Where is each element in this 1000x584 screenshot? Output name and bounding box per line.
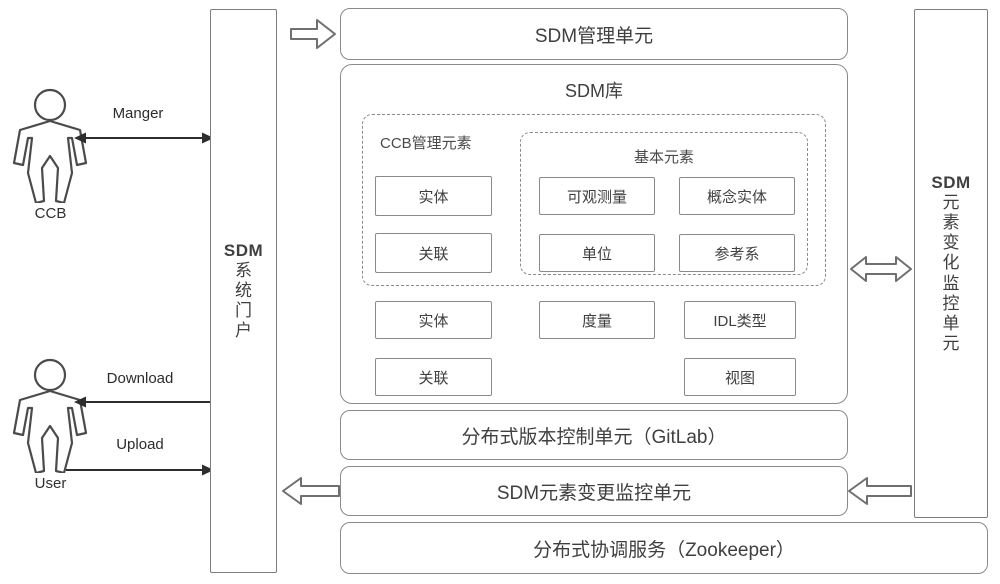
sdm-management-unit[interactable]: SDM管理单元 xyxy=(340,8,848,60)
monitor-line-2: 素 xyxy=(942,213,960,233)
monitor-line-8: 元 xyxy=(942,333,960,353)
monitor-line-6: 控 xyxy=(942,293,960,313)
monitor-line-0: SDM xyxy=(931,173,971,193)
sdm-element-change-monitor-bar[interactable]: SDM元素变更监控单元 xyxy=(340,466,848,516)
basic-item-observable[interactable]: 可观测量 xyxy=(539,177,655,215)
portal-line-1: 系 xyxy=(235,260,252,280)
ccb-management-elements-label: CCB管理元素 xyxy=(380,135,472,152)
ccb-item-association[interactable]: 关联 xyxy=(375,233,492,273)
portal-line-4: 户 xyxy=(235,321,252,341)
monitor-line-1: 元 xyxy=(942,193,960,213)
library-item-entity-label: 实体 xyxy=(418,312,449,330)
basic-item-unit[interactable]: 单位 xyxy=(539,234,655,272)
sdm-system-portal-label: SDM 系 统 门 户 xyxy=(224,241,263,341)
library-item-view[interactable]: 视图 xyxy=(684,358,796,396)
library-item-measure-label: 度量 xyxy=(581,312,612,330)
library-item-view-label: 视图 xyxy=(724,369,755,387)
monitor-line-4: 化 xyxy=(942,253,960,273)
connection-arrow-upload xyxy=(66,460,214,480)
library-item-entity[interactable]: 实体 xyxy=(375,301,492,339)
sdm-element-change-monitor-bar-label: SDM元素变更监控单元 xyxy=(496,482,692,504)
sdm-library-label: SDM库 xyxy=(565,81,623,101)
ccb-item-entity[interactable]: 实体 xyxy=(375,176,492,216)
basic-elements-label: 基本元素 xyxy=(633,149,694,166)
sdm-system-portal[interactable]: SDM 系 统 门 户 xyxy=(210,9,277,573)
monitor-line-5: 监 xyxy=(942,273,960,293)
connection-label-download: Download xyxy=(106,370,174,387)
ccb-item-association-label: 关联 xyxy=(418,245,449,263)
monitor-line-3: 变 xyxy=(942,233,960,253)
basic-item-reference-frame[interactable]: 参考系 xyxy=(679,234,795,272)
portal-line-3: 门 xyxy=(235,301,252,321)
library-item-idl-type[interactable]: IDL类型 xyxy=(684,301,796,339)
ccb-item-entity-label: 实体 xyxy=(418,188,449,206)
distributed-version-control-unit-label: 分布式版本控制单元（GitLab） xyxy=(461,426,727,448)
library-item-association-label: 关联 xyxy=(418,369,449,387)
portal-line-2: 统 xyxy=(235,280,252,300)
basic-item-conceptual-entity[interactable]: 概念实体 xyxy=(679,177,795,215)
library-item-idl-type-label: IDL类型 xyxy=(713,312,767,330)
portal-line-0: SDM xyxy=(223,240,264,260)
monitor-line-7: 单 xyxy=(942,313,960,333)
sdm-element-change-monitor-unit-label: SDM 元 素 变 化 监 控 单 元 xyxy=(931,173,970,353)
diagram-canvas: CCB User Manger Download Upload SDM 系 统 … xyxy=(0,0,1000,584)
distributed-version-control-unit[interactable]: 分布式版本控制单元（GitLab） xyxy=(340,410,848,460)
distributed-coordination-service[interactable]: 分布式协调服务（Zookeeper） xyxy=(340,522,988,574)
basic-item-unit-label: 单位 xyxy=(581,245,612,263)
basic-item-conceptual-entity-label: 概念实体 xyxy=(706,188,767,206)
actor-ccb-label: CCB xyxy=(34,205,67,222)
basic-item-reference-frame-label: 参考系 xyxy=(714,245,760,263)
connection-arrow-manger xyxy=(74,128,214,148)
connection-arrow-download xyxy=(74,392,214,412)
block-arrow-right-icon xyxy=(290,18,336,50)
library-item-association[interactable]: 关联 xyxy=(375,358,492,396)
sdm-management-unit-label: SDM管理单元 xyxy=(534,25,654,47)
sdm-element-change-monitor-unit[interactable]: SDM 元 素 变 化 监 控 单 元 xyxy=(914,9,988,518)
library-item-measure[interactable]: 度量 xyxy=(539,301,655,339)
block-arrow-left-icon xyxy=(282,474,340,508)
connection-label-upload: Upload xyxy=(116,436,164,453)
block-arrow-both-icon xyxy=(850,252,912,286)
connection-label-manger: Manger xyxy=(112,105,164,122)
distributed-coordination-service-label: 分布式协调服务（Zookeeper） xyxy=(533,539,795,561)
basic-item-observable-label: 可观测量 xyxy=(566,188,627,206)
block-arrow-left-icon xyxy=(848,474,912,508)
